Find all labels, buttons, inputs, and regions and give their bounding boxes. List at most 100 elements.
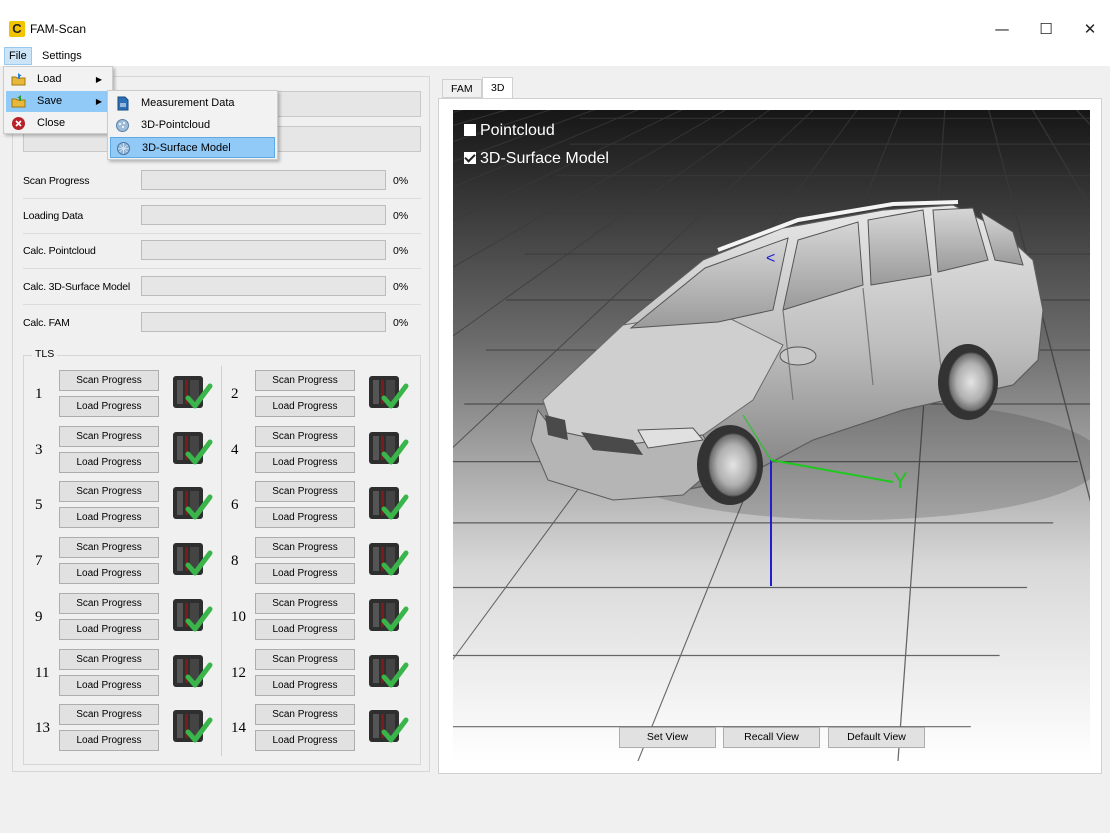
tls-unit-number: 1 — [35, 386, 43, 402]
tls-scan-progress-button[interactable]: Scan Progress — [59, 370, 159, 391]
pointcloud-label: Pointcloud — [480, 122, 555, 139]
scanner-check-icon — [173, 654, 213, 687]
tls-load-progress-button[interactable]: Load Progress — [255, 451, 355, 473]
surface-model-label: 3D-Surface Model — [480, 150, 609, 167]
folder-save-icon — [11, 95, 26, 108]
save-submenu: Measurement Data 3D-Pointcloud 3D-Surfac… — [107, 90, 278, 160]
tls-load-progress-button[interactable]: Load Progress — [255, 674, 355, 696]
tls-scan-progress-button[interactable]: Scan Progress — [59, 592, 159, 614]
progress-percent: 0% — [393, 317, 409, 329]
tls-scan-progress-button[interactable]: Scan Progress — [255, 425, 355, 447]
menu-item-load[interactable]: Load ▶ — [6, 69, 110, 90]
menu-item-close[interactable]: Close — [6, 113, 110, 134]
tls-unit-number: 9 — [35, 608, 43, 625]
recall-view-button[interactable]: Recall View — [723, 727, 820, 748]
pointcloud-checkbox[interactable]: Pointcloud — [464, 122, 555, 140]
tls-unit-number: 8 — [231, 553, 239, 570]
progress-row-pointcloud: Calc. Pointcloud 0% — [23, 235, 421, 269]
progress-label: Calc. 3D-Surface Model — [23, 281, 131, 293]
tls-load-progress-button[interactable]: Load Progress — [59, 563, 159, 585]
progress-bar — [141, 276, 386, 296]
tls-load-progress-button[interactable]: Load Progress — [255, 730, 355, 752]
checkbox-box[interactable] — [464, 124, 476, 136]
progress-bar — [141, 240, 386, 260]
progress-label: Loading Data — [23, 210, 84, 222]
surface-model-icon — [117, 142, 130, 155]
scanner-check-icon — [173, 376, 213, 409]
menu-item-measurement-data[interactable]: Measurement Data — [110, 93, 275, 114]
tls-load-progress-button[interactable]: Load Progress — [255, 563, 355, 585]
tls-load-progress-button[interactable]: Load Progress — [59, 507, 159, 529]
tls-unit-number: 13 — [35, 720, 50, 737]
surface-model-checkbox[interactable]: 3D-Surface Model — [464, 150, 609, 168]
tls-load-progress-button[interactable]: Load Progress — [255, 396, 355, 417]
set-view-button[interactable]: Set View — [619, 727, 716, 748]
tls-load-progress-button[interactable]: Load Progress — [255, 618, 355, 640]
progress-bar — [141, 312, 386, 332]
default-view-button[interactable]: Default View — [828, 727, 925, 748]
tls-unit-number: 2 — [231, 386, 239, 402]
menu-item-3d-surface-model[interactable]: 3D-Surface Model — [110, 137, 275, 158]
progress-percent: 0% — [393, 175, 409, 187]
tls-unit-number: 10 — [231, 608, 246, 625]
tab-fam[interactable]: FAM — [442, 79, 482, 98]
scanner-check-icon — [173, 543, 213, 576]
tls-unit-number: 11 — [35, 664, 50, 681]
scanner-check-icon — [173, 431, 213, 465]
progress-label: Calc. Pointcloud — [23, 245, 96, 257]
tls-load-progress-button[interactable]: Load Progress — [59, 730, 159, 752]
close-window-button[interactable]: ✕ — [1068, 14, 1110, 44]
menu-bar: File Settings — [0, 44, 1110, 66]
tls-unit-number: 6 — [231, 497, 239, 514]
tls-scan-progress-button[interactable]: Scan Progress — [59, 537, 159, 559]
tls-unit-number: 5 — [35, 497, 43, 514]
tls-load-progress-button[interactable]: Load Progress — [59, 396, 159, 417]
progress-label: Calc. FAM — [23, 317, 70, 329]
tls-load-progress-button[interactable]: Load Progress — [59, 674, 159, 696]
progress-row-scan: Scan Progress 0% — [23, 165, 421, 199]
tls-scan-progress-button[interactable]: Scan Progress — [59, 481, 159, 503]
progress-percent: 0% — [393, 245, 409, 257]
tls-scan-progress-button[interactable]: Scan Progress — [255, 537, 355, 559]
3d-viewport[interactable]: Y < Pointcloud 3D-Surface Model Set View… — [453, 110, 1090, 761]
tls-load-progress-button[interactable]: Load Progress — [255, 507, 355, 529]
scanner-check-icon — [173, 487, 213, 520]
minimize-button[interactable]: — — [980, 14, 1024, 44]
tls-load-progress-button[interactable]: Load Progress — [59, 618, 159, 640]
tls-scan-progress-button[interactable]: Scan Progress — [255, 592, 355, 614]
tls-scan-progress-button[interactable]: Scan Progress — [255, 704, 355, 726]
tls-group-title: TLS — [32, 348, 58, 360]
scanner-check-icon — [369, 598, 409, 632]
tab-3d[interactable]: 3D — [482, 77, 514, 99]
progress-row-fam: Calc. FAM 0% — [23, 307, 421, 341]
checkbox-box-checked[interactable] — [464, 152, 476, 164]
tls-unit-number: 4 — [231, 441, 239, 458]
tls-scan-progress-button[interactable]: Scan Progress — [59, 648, 159, 670]
menu-file[interactable]: File — [4, 47, 32, 65]
progress-row-surface: Calc. 3D-Surface Model 0% — [23, 271, 421, 305]
tls-unit-number: 12 — [231, 664, 246, 681]
menu-item-save[interactable]: Save ▶ — [6, 91, 110, 112]
file-menu-dropdown: Load ▶ Save ▶ Close — [3, 66, 113, 134]
scanner-check-icon — [173, 598, 213, 632]
title-bar: C FAM-Scan — ☐ ✕ — [0, 0, 1110, 44]
tls-scan-progress-button[interactable]: Scan Progress — [59, 425, 159, 447]
window-title: FAM-Scan — [30, 22, 87, 36]
app-logo-icon: C — [9, 21, 25, 37]
progress-label: Scan Progress — [23, 175, 90, 187]
status-panel: Scan Progress 0% Loading Data 0% Calc. P… — [12, 76, 430, 772]
tls-scan-progress-button[interactable]: Scan Progress — [255, 648, 355, 670]
tls-scan-progress-button[interactable]: Scan Progress — [255, 370, 355, 391]
menu-settings[interactable]: Settings — [38, 47, 86, 65]
tls-scan-progress-button[interactable]: Scan Progress — [255, 481, 355, 503]
maximize-button[interactable]: ☐ — [1024, 14, 1068, 44]
close-circle-icon — [12, 117, 25, 130]
tls-unit-number: 7 — [35, 553, 43, 570]
progress-percent: 0% — [393, 210, 409, 222]
tls-scan-progress-button[interactable]: Scan Progress — [59, 704, 159, 726]
scanner-check-icon — [173, 710, 213, 743]
menu-item-3d-pointcloud[interactable]: 3D-Pointcloud — [110, 115, 275, 136]
output-field-1 — [275, 91, 421, 117]
tls-load-progress-button[interactable]: Load Progress — [59, 451, 159, 473]
y-axis-label: Y — [893, 468, 908, 493]
